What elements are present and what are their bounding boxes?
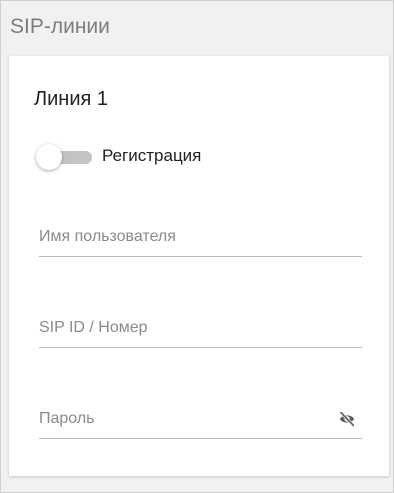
username-field-wrapper — [39, 222, 362, 257]
line-title: Линия 1 — [34, 88, 109, 110]
password-field-wrapper — [39, 404, 362, 439]
sip-id-input[interactable] — [39, 313, 329, 343]
registration-label: Регистрация — [102, 146, 202, 165]
sipid-field-wrapper — [39, 313, 362, 348]
sip-lines-panel: SIP-линии Линия 1 Регистрация — [0, 0, 394, 493]
eye-off-icon[interactable] — [338, 410, 356, 428]
password-input[interactable] — [39, 404, 329, 434]
line-card: Линия 1 Регистрация — [9, 56, 389, 476]
panel-title: SIP-линии — [10, 15, 110, 38]
toggle-thumb — [36, 144, 62, 170]
username-input[interactable] — [39, 222, 329, 252]
registration-toggle[interactable] — [36, 144, 94, 170]
